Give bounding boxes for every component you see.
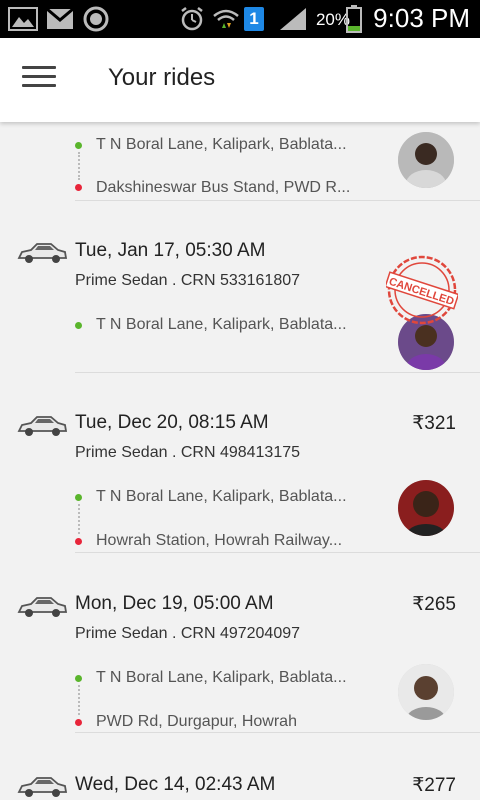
car-icon [17,777,68,797]
gallery-icon [8,7,38,31]
drop-dot [75,719,82,726]
ride-detail: Prime Sedan . CRN 497204097 [75,625,301,642]
ride-fare: ₹265 [412,594,456,615]
route-line [78,504,80,534]
drop-dot [75,184,82,191]
wifi-icon [213,9,239,28]
ride-fare: ₹321 [412,413,456,434]
pickup-dot [75,494,82,501]
app-bar: Your rides [0,38,480,122]
battery-percent: 20% [315,10,350,29]
pickup-address: T N Boral Lane, Kalipark, Bablata... [96,669,347,686]
pickup-dot [75,675,82,682]
ride-detail: Prime Sedan . CRN 498413175 [75,444,301,461]
pickup-dot [75,142,82,149]
ride-date: Mon, Dec 19, 05:00 AM [75,593,274,614]
car-icon [17,243,68,263]
pickup-dot [75,322,82,329]
clock: 9:03 PM [373,3,470,33]
menu-icon-bar [22,84,56,87]
pickup-address: T N Boral Lane, Kalipark, Bablata... [96,316,347,333]
pickup-address: T N Boral Lane, Kalipark, Bablata... [96,488,347,505]
rides-list[interactable]: T N Boral Lane, Kalipark, Bablata... Dak… [0,122,480,800]
menu-icon-bar [22,66,56,69]
divider [75,372,480,373]
ride-date: Wed, Dec 14, 02:43 AM [75,774,276,795]
driver-avatar [398,132,454,188]
signal-icon [280,8,306,30]
ride-detail: Prime Sedan . CRN 533161807 [75,272,301,289]
pickup-address: T N Boral Lane, Kalipark, Bablata... [96,136,347,153]
ride-fare: ₹277 [412,775,456,796]
menu-icon-bar [22,75,56,78]
ride-date: Tue, Jan 17, 05:30 AM [75,240,266,261]
sim-badge: 1 [244,7,264,31]
gmail-icon [46,7,74,29]
divider [75,552,480,553]
ride-item[interactable]: Mon, Dec 19, 05:00 AM ₹265 Prime Sedan .… [0,554,480,734]
route-line [78,685,80,715]
divider [75,200,480,201]
drop-address: Dakshineswar Bus Stand, PWD R... [96,179,351,196]
app-circle-icon [83,6,109,32]
drop-address: PWD Rd, Durgapur, Howrah [96,713,297,730]
ride-item[interactable]: T N Boral Lane, Kalipark, Bablata... Dak… [0,122,480,202]
ride-item[interactable]: Tue, Dec 20, 08:15 AM ₹321 Prime Sedan .… [0,374,480,554]
status-bar: 1 20% 9:03 PM [0,0,480,38]
driver-avatar [398,664,454,720]
page-title: Your rides [108,64,216,91]
menu-button[interactable] [22,66,56,94]
cancelled-stamp: CANCELLED [386,255,458,325]
alarm-icon [181,7,203,31]
ride-date: Tue, Dec 20, 08:15 AM [75,412,269,433]
divider [75,732,480,733]
car-icon [17,597,68,617]
battery-icon [346,5,362,33]
car-icon [17,416,68,436]
ride-item[interactable]: Tue, Jan 17, 05:30 AM Prime Sedan . CRN … [0,202,480,374]
drop-address: Howrah Station, Howrah Railway... [96,532,343,549]
drop-dot [75,538,82,545]
ride-item[interactable]: Wed, Dec 14, 02:43 AM ₹277 [0,734,480,800]
driver-avatar [398,480,454,536]
route-line [78,152,80,180]
